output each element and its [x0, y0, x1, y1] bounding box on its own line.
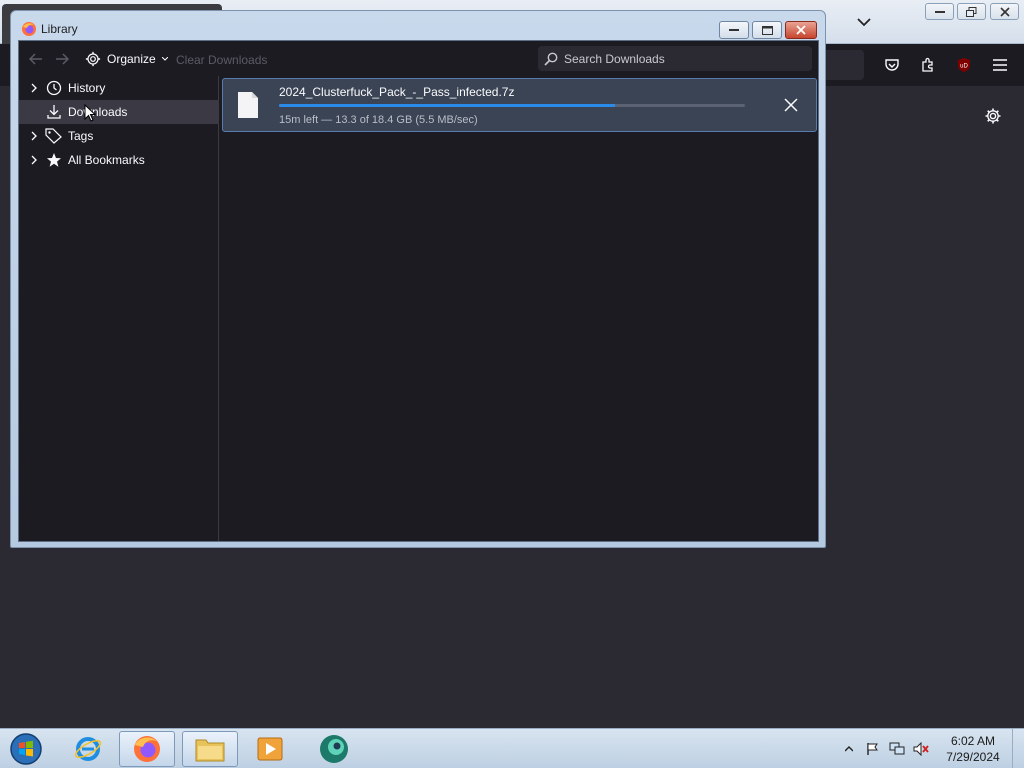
- network-icon[interactable]: [888, 740, 906, 758]
- taskbar-app-firefox[interactable]: [119, 731, 175, 767]
- close-icon: [796, 25, 806, 35]
- sidebar-item-label: All Bookmarks: [68, 153, 145, 167]
- search-icon: [544, 52, 558, 66]
- taskbar-clock[interactable]: 6:02 AM 7/29/2024: [940, 733, 1006, 765]
- sidebar-item-all-bookmarks[interactable]: All Bookmarks: [19, 148, 218, 172]
- taskbar-app-browser[interactable]: [306, 731, 362, 767]
- windows-logo-icon: [10, 733, 42, 765]
- taskbar-app-internet-explorer[interactable]: [60, 731, 116, 767]
- start-button[interactable]: [6, 731, 46, 767]
- forward-arrow-icon: [56, 53, 69, 65]
- library-toolbar: Organize Clear Downloads: [19, 41, 818, 76]
- mouse-cursor-icon: [84, 104, 96, 122]
- library-minimize-button[interactable]: [719, 21, 749, 39]
- organize-button[interactable]: Organize: [85, 50, 168, 68]
- sidebar-item-label: Downloads: [68, 105, 128, 119]
- library-client-area: Organize Clear Downloads History Downloa…: [18, 40, 819, 542]
- taskbar-app-media-player[interactable]: [242, 731, 298, 767]
- sidebar-item-tags[interactable]: Tags: [19, 124, 218, 148]
- chevron-right-icon[interactable]: [25, 155, 43, 165]
- clock-time: 6:02 AM: [950, 734, 996, 748]
- clock-date: 7/29/2024: [946, 750, 1000, 764]
- hamburger-menu-icon[interactable]: [989, 54, 1011, 76]
- chevron-down-icon: [857, 18, 871, 27]
- sidebar-item-label: Tags: [68, 129, 94, 143]
- minimize-icon: [934, 10, 945, 13]
- clear-downloads-button[interactable]: Clear Downloads: [176, 53, 267, 67]
- taskbar: 6:02 AM 7/29/2024: [0, 728, 1024, 768]
- sidebar-item-history[interactable]: History: [19, 76, 218, 100]
- download-filename: 2024_Clusterfuck_Pack_-_Pass_infected.7z: [279, 85, 515, 99]
- downloads-list: 2024_Clusterfuck_Pack_-_Pass_infected.7z…: [220, 76, 818, 541]
- maximize-icon: [761, 25, 773, 35]
- chevron-right-icon[interactable]: [25, 131, 43, 141]
- back-arrow-icon: [29, 53, 42, 65]
- volume-muted-icon[interactable]: [912, 740, 930, 758]
- organize-label: Organize: [107, 52, 156, 66]
- library-close-button[interactable]: [785, 21, 817, 39]
- dropdown-arrow-icon: [161, 57, 168, 61]
- system-tray: [840, 729, 930, 768]
- download-progress-bar: [279, 104, 745, 107]
- library-window: Library Organize Clear Downloads Search …: [10, 10, 826, 548]
- chevron-right-icon[interactable]: [25, 83, 43, 93]
- download-progress-fill: [279, 104, 615, 107]
- firefox-minimize-button[interactable]: [925, 3, 954, 20]
- ublock-origin-icon[interactable]: uD: [953, 54, 975, 76]
- tag-icon: [45, 127, 63, 145]
- extensions-icon[interactable]: [917, 54, 939, 76]
- internet-explorer-icon: [74, 737, 102, 761]
- close-icon: [784, 98, 798, 112]
- firefox-restore-button[interactable]: [957, 3, 986, 20]
- app-globe-icon: [320, 735, 348, 763]
- library-sidebar: History Downloads Tags All Bookmarks: [19, 76, 219, 541]
- clock-icon: [45, 79, 63, 97]
- show-desktop-button[interactable]: [1012, 729, 1024, 768]
- svg-text:uD: uD: [960, 64, 968, 70]
- forward-button[interactable]: [53, 50, 71, 68]
- firefox-icon: [134, 736, 160, 762]
- download-status: 15m left — 13.3 of 18.4 GB (5.5 MB/sec): [279, 114, 478, 126]
- download-item[interactable]: 2024_Clusterfuck_Pack_-_Pass_infected.7z…: [222, 78, 817, 132]
- search-downloads-box[interactable]: [538, 46, 812, 71]
- gear-icon: [85, 51, 101, 67]
- firefox-logo-icon: [22, 22, 36, 36]
- action-center-flag-icon[interactable]: [864, 740, 882, 758]
- url-bar[interactable]: [820, 50, 864, 80]
- close-icon: [999, 6, 1010, 17]
- restore-icon: [966, 6, 977, 17]
- sidebar-item-downloads[interactable]: Downloads: [19, 100, 218, 124]
- show-hidden-icons-icon[interactable]: [840, 740, 858, 758]
- media-player-icon: [257, 737, 283, 761]
- pocket-icon[interactable]: [881, 54, 903, 76]
- minimize-icon: [729, 29, 739, 31]
- star-icon: [45, 151, 63, 169]
- firefox-close-button[interactable]: [990, 3, 1019, 20]
- file-icon: [238, 92, 258, 118]
- download-icon: [45, 103, 63, 121]
- library-maximize-button[interactable]: [752, 21, 782, 39]
- back-button[interactable]: [27, 50, 45, 68]
- gear-icon[interactable]: [982, 105, 1004, 127]
- list-all-tabs-button[interactable]: [852, 11, 876, 33]
- folder-icon: [195, 739, 225, 762]
- sidebar-item-label: History: [68, 81, 106, 95]
- cancel-download-button[interactable]: [781, 95, 801, 115]
- library-window-title: Library: [41, 22, 78, 36]
- taskbar-app-file-explorer[interactable]: [182, 731, 238, 767]
- search-downloads-input[interactable]: [564, 51, 804, 66]
